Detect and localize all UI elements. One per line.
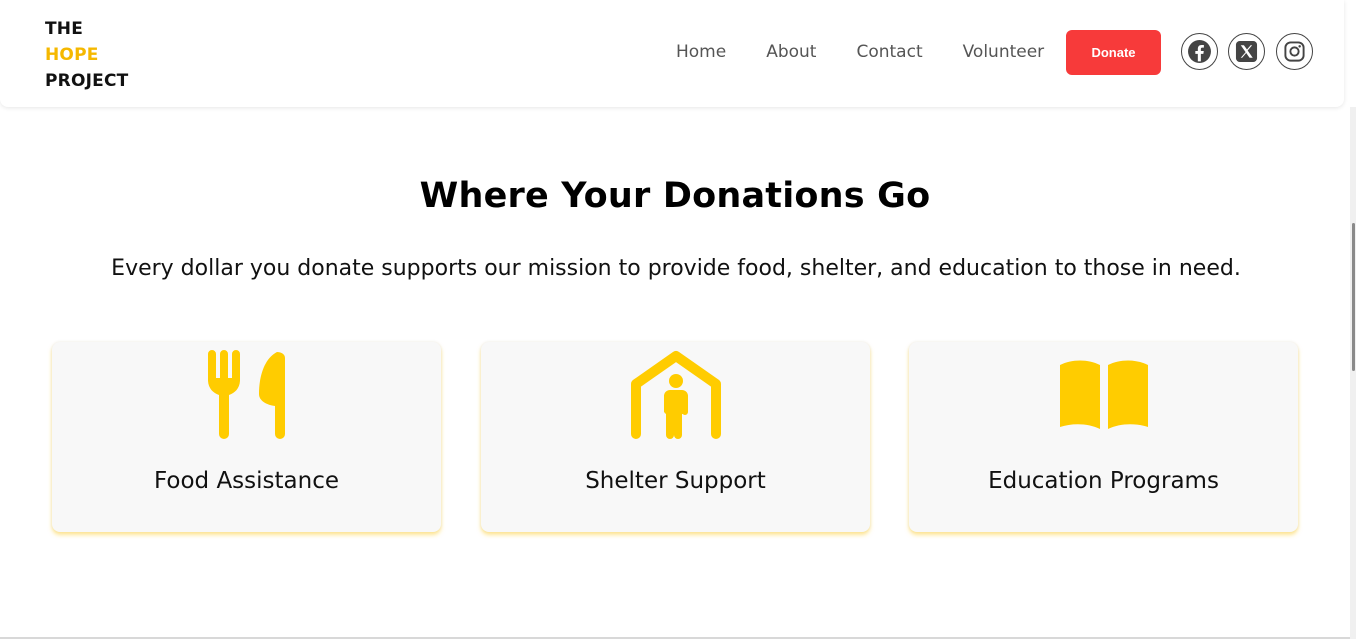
logo-line-project: PROJECT [45,71,129,91]
card-education-programs[interactable]: Education Programs [909,342,1298,532]
card-label: Education Programs [988,468,1219,494]
nav-link-volunteer[interactable]: Volunteer [963,42,1045,62]
site-header: THE HOPE PROJECT Home About Contact Volu… [0,0,1344,107]
x-icon [1235,40,1258,63]
card-shelter-support[interactable]: Shelter Support [481,342,870,532]
instagram-icon [1284,41,1305,62]
instagram-link[interactable] [1276,33,1313,70]
section-title: Where Your Donations Go [419,176,931,216]
donate-button[interactable]: Donate [1066,30,1161,75]
house-person-icon [628,350,724,440]
nav-link-about[interactable]: About [766,42,816,62]
nav-link-contact[interactable]: Contact [856,42,922,62]
open-book-icon [1056,350,1152,440]
site-logo[interactable]: THE HOPE PROJECT [45,16,128,94]
page: THE HOPE PROJECT Home About Contact Volu… [0,0,1356,639]
fork-knife-icon [199,350,295,440]
section-subtitle: Every dollar you donate supports our mis… [111,256,1241,281]
page-scrollbar[interactable] [1350,107,1356,639]
facebook-icon [1188,40,1211,63]
card-label: Shelter Support [585,468,766,494]
facebook-link[interactable] [1181,33,1218,70]
logo-line-the: THE [45,19,84,39]
card-food-assistance[interactable]: Food Assistance [52,342,441,532]
card-label: Food Assistance [153,468,340,494]
nav-link-home[interactable]: Home [676,42,726,62]
logo-line-hope: HOPE [45,45,99,65]
x-link[interactable] [1228,33,1265,70]
main-nav: Home About Contact Volunteer [676,42,1044,62]
scrollbar-thumb[interactable] [1352,223,1355,371]
